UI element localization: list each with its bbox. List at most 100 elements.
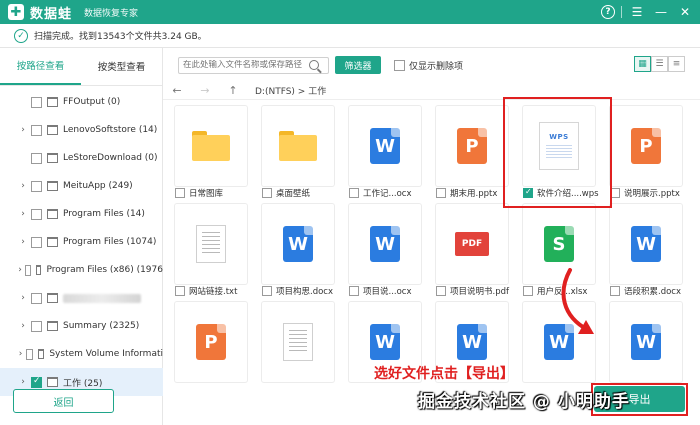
file-checkbox[interactable] (349, 286, 359, 296)
help-icon[interactable]: ? (601, 5, 615, 19)
file-caption[interactable]: 日常图库 (175, 187, 265, 199)
detail-view-icon[interactable]: ≡ (668, 56, 685, 72)
file-checkbox[interactable] (262, 188, 272, 198)
tree-item[interactable]: › LenovoSoftstore (14) (0, 116, 163, 144)
menu-icon[interactable]: ☰ (628, 3, 646, 21)
chevron-right-icon[interactable]: › (18, 237, 28, 247)
close-icon[interactable]: ✕ (676, 3, 694, 21)
tree-item[interactable]: › System Volume Informati (0, 340, 163, 368)
tree-item[interactable]: LeStoreDownload (0) (0, 144, 163, 172)
file-caption[interactable]: 项目说明书.pdf (436, 285, 526, 297)
search-input[interactable] (183, 60, 305, 70)
back-arrow-icon[interactable]: ← (163, 84, 191, 97)
file-caption[interactable]: 工作记...ocx (349, 187, 439, 199)
up-arrow-icon[interactable]: ↑ (219, 84, 247, 97)
tree-item[interactable]: › Program Files (1074) (0, 228, 163, 256)
word-file-icon: W (370, 226, 400, 262)
file-caption[interactable]: 桌面壁纸 (262, 187, 352, 199)
forward-arrow-icon[interactable]: → (191, 84, 219, 97)
file-tile[interactable]: P (436, 106, 508, 186)
folder-icon (47, 153, 58, 163)
folder-icon (47, 377, 58, 387)
file-tile[interactable] (175, 106, 247, 186)
chevron-right-icon[interactable]: › (18, 321, 28, 331)
grid-view-icon[interactable]: ▦ (634, 56, 651, 72)
tree-item-checkbox[interactable] (31, 376, 42, 388)
tree-item-checkbox[interactable] (25, 264, 31, 276)
tree-item-checkbox[interactable] (31, 320, 42, 332)
app-logo: ✚ 数据蛙 数据恢复专家 (8, 3, 138, 22)
only-deleted-toggle[interactable]: 仅显示删除项 (392, 59, 463, 72)
window-controls: ? ☰ — ✕ (601, 3, 694, 21)
file-tile[interactable]: W (349, 204, 421, 284)
file-tile[interactable]: P (610, 106, 682, 186)
file-checkbox[interactable] (349, 188, 359, 198)
chevron-right-icon[interactable]: › (18, 349, 23, 359)
ppt-file-icon: P (196, 324, 226, 360)
divider (621, 6, 622, 18)
tree-item[interactable]: › Program Files (14) (0, 200, 163, 228)
chevron-right-icon[interactable]: › (18, 265, 22, 275)
tree-item[interactable]: › Program Files (x86) (1976 (0, 256, 163, 284)
file-checkbox[interactable] (175, 188, 185, 198)
selection-highlight-box (503, 97, 612, 208)
file-tile[interactable] (262, 106, 334, 186)
chevron-right-icon[interactable]: › (18, 181, 28, 191)
scan-status-bar: ✓ 扫描完成。找到13543个文件共3.24 GB。 (0, 24, 700, 48)
list-view-icon[interactable]: ☰ (651, 56, 668, 72)
tree-item-checkbox[interactable] (31, 208, 42, 220)
chevron-right-icon[interactable]: › (18, 293, 28, 303)
file-name: 工作记...ocx (363, 189, 412, 199)
only-deleted-checkbox[interactable] (394, 59, 405, 71)
chevron-right-icon[interactable]: › (18, 125, 28, 135)
tree-item-label: MeituApp (249) (63, 181, 133, 191)
file-tile[interactable]: P (175, 302, 247, 382)
tree-item-checkbox[interactable] (31, 236, 42, 248)
search-icon[interactable] (309, 60, 319, 70)
tree-item-label: 工作 (25) (63, 378, 103, 389)
file-checkbox[interactable] (436, 286, 446, 296)
file-tile[interactable]: W (610, 204, 682, 284)
scan-status-text: 扫描完成。找到13543个文件共3.24 GB。 (34, 32, 207, 42)
file-tile[interactable]: PDF (436, 204, 508, 284)
tree-item[interactable]: › (0, 284, 163, 312)
tree-item-checkbox[interactable] (31, 96, 42, 108)
file-caption[interactable]: 项目说...ocx (349, 285, 439, 297)
file-checkbox[interactable] (262, 286, 272, 296)
file-checkbox[interactable] (610, 286, 620, 296)
file-name: 网站链接.txt (189, 287, 238, 297)
tree-item[interactable]: FFOutput (0) (0, 88, 163, 116)
file-caption[interactable]: 项目构思.docx (262, 285, 352, 297)
tree-item-checkbox[interactable] (26, 348, 33, 360)
chevron-right-icon[interactable]: › (18, 209, 28, 219)
tree-item-checkbox[interactable] (31, 124, 42, 136)
tree-item-checkbox[interactable] (31, 152, 42, 164)
tab-by-type[interactable]: 按类型查看 (81, 47, 162, 85)
folder-icon (192, 131, 230, 161)
tree-item-label: LenovoSoftstore (14) (63, 125, 158, 135)
tree-item-checkbox[interactable] (31, 180, 42, 192)
back-button[interactable]: 返回 (13, 389, 114, 413)
watermark: 掘金技术社区 @ 小明助手 (418, 392, 630, 412)
file-caption[interactable]: 语段积累.docx (610, 285, 700, 297)
file-checkbox[interactable] (436, 188, 446, 198)
file-checkbox[interactable] (175, 286, 185, 296)
file-tile[interactable]: W (349, 106, 421, 186)
filter-button[interactable]: 筛选器 (335, 56, 381, 74)
tree-item-checkbox[interactable] (31, 292, 42, 304)
tab-by-path[interactable]: 按路径查看 (0, 47, 81, 85)
file-tile[interactable] (175, 204, 247, 284)
file-checkbox[interactable] (523, 286, 533, 296)
file-caption[interactable]: 说明展示.pptx (610, 187, 700, 199)
tree-item[interactable]: › MeituApp (249) (0, 172, 163, 200)
file-tile[interactable] (262, 302, 334, 382)
file-caption[interactable]: 网站链接.txt (175, 285, 265, 297)
tree-item[interactable]: › Summary (2325) (0, 312, 163, 340)
minimize-icon[interactable]: — (652, 3, 670, 21)
file-tile[interactable]: W (610, 302, 682, 382)
file-tile[interactable]: W (262, 204, 334, 284)
chevron-right-icon[interactable]: › (18, 377, 28, 387)
check-circle-icon: ✓ (14, 28, 28, 43)
tree-item-label: Program Files (14) (63, 209, 145, 219)
logo-icon: ✚ (8, 4, 24, 20)
